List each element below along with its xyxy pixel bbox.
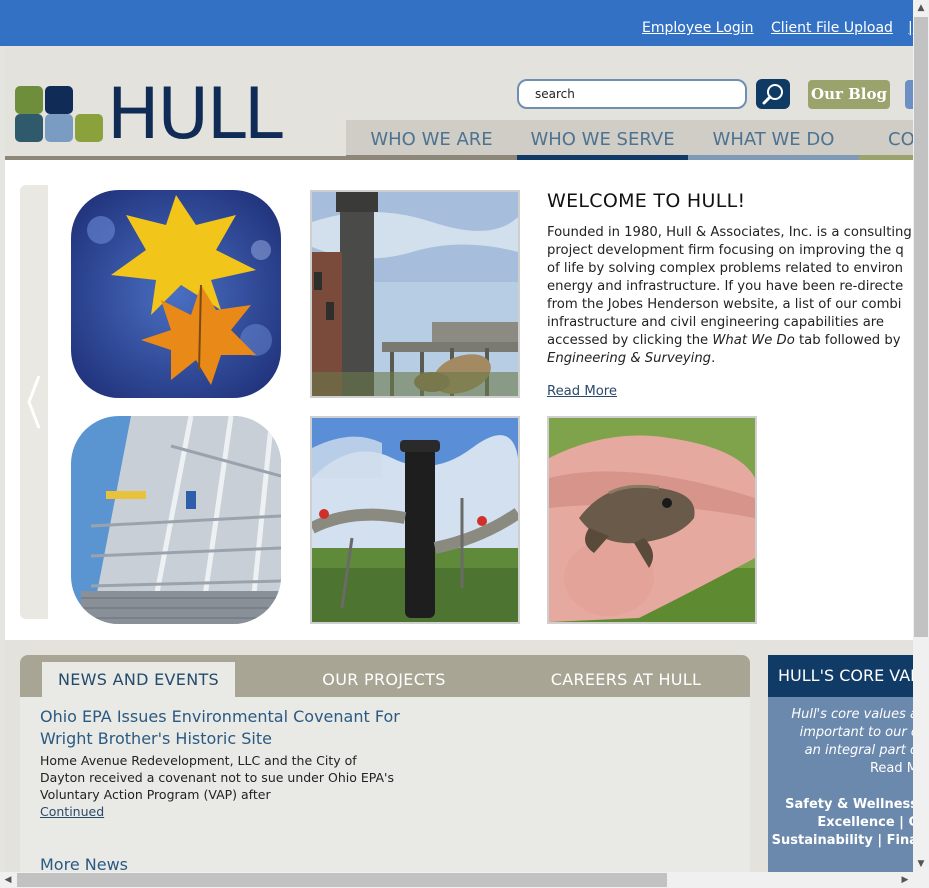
news-tabbar: NEWS AND EVENTS OUR PROJECTS CAREERS AT … — [20, 655, 750, 697]
scroll-up-arrow-icon[interactable]: ▲ — [913, 0, 929, 16]
logo-square-teal — [15, 114, 43, 142]
core-read-more-link[interactable]: Read M — [870, 760, 913, 778]
search-input[interactable]: search — [517, 79, 747, 109]
page-content: HULL search Our Blog WHO WE ARE WHO WE S… — [5, 46, 913, 876]
welcome-line: from the Jobes Henderson website, a list… — [547, 297, 902, 312]
tab-news-and-events[interactable]: NEWS AND EVENTS — [42, 662, 235, 697]
tab-careers-at-hull[interactable]: CAREERS AT HULL — [530, 662, 722, 697]
core-values-panel: HULL'S CORE VALU Hull's core values a im… — [768, 655, 913, 876]
welcome-line: energy and infrastructure. If you have b… — [547, 279, 904, 294]
nav-tab-label: WHO WE SERVE — [530, 129, 675, 150]
logo-square-lime — [75, 114, 103, 142]
photo-autumn-leaves[interactable] — [71, 190, 281, 398]
employee-login-link[interactable]: Employee Login — [642, 20, 754, 36]
welcome-emphasis: What We Do — [712, 333, 795, 348]
hull-logo[interactable]: HULL — [15, 74, 305, 154]
news-continued-link[interactable]: Continued — [40, 804, 104, 819]
horizontal-scroll-thumb[interactable] — [17, 873, 667, 887]
welcome-line: project development firm focusing on imp… — [547, 243, 904, 258]
news-panel: NEWS AND EVENTS OUR PROJECTS CAREERS AT … — [20, 655, 750, 876]
logo-square-navy — [45, 86, 73, 114]
welcome-line: of life by solving complex problems rela… — [547, 261, 904, 276]
welcome-line: accessed by clicking the — [547, 333, 713, 348]
nav-tab-label: CO — [888, 129, 913, 150]
news-headline-line: Wright Brother's Historic Site — [40, 729, 272, 748]
logo-square-green — [15, 86, 43, 114]
welcome-line: tab followed by — [794, 333, 901, 348]
logo-square-steel — [45, 114, 73, 142]
truncated-social-button[interactable] — [905, 80, 913, 109]
vertical-scroll-thumb[interactable] — [914, 17, 928, 637]
read-more-link[interactable]: Read More — [547, 384, 913, 399]
photo-frog-in-hand[interactable] — [547, 416, 757, 624]
news-summary: Home Avenue Redevelopment, LLC and the C… — [40, 752, 420, 803]
main-nav: WHO WE ARE WHO WE SERVE WHAT WE DO CO — [346, 120, 913, 160]
news-headline-line: Ohio EPA Issues Environmental Covenant F… — [40, 707, 400, 726]
nav-tab-label: WHO WE ARE — [370, 129, 493, 150]
photo-well-pipe[interactable] — [310, 416, 520, 624]
nav-tab-contact[interactable]: CO — [859, 120, 913, 160]
welcome-paragraph: Founded in 1980, Hull & Associates, Inc.… — [547, 224, 913, 368]
our-blog-button[interactable]: Our Blog — [808, 80, 890, 109]
search-button[interactable] — [756, 79, 790, 109]
welcome-line: infrastructure and civil engineering cap… — [547, 315, 885, 330]
welcome-emphasis: Engineering & Surveying — [547, 351, 712, 366]
scroll-right-arrow-icon[interactable]: ▶ — [897, 872, 913, 888]
logo-wordmark: HULL — [107, 73, 283, 155]
truncated-topbar-link[interactable]: | — [908, 20, 913, 36]
scroll-down-arrow-icon[interactable]: ▼ — [913, 856, 929, 872]
top-utility-bar: Employee Login Client File Upload | — [0, 0, 913, 46]
news-summary-line: Voluntary Action Program (VAP) after — [40, 787, 271, 802]
nav-tab-label: WHAT WE DO — [712, 129, 835, 150]
hero-section: WELCOME TO HULL! Founded in 1980, Hull &… — [5, 160, 913, 640]
core-intro-line: an integral part o — [804, 743, 913, 758]
news-summary-line: Home Avenue Redevelopment, LLC and the C… — [40, 753, 357, 768]
core-values-heading: HULL'S CORE VALU — [768, 655, 913, 697]
magnifier-icon — [762, 84, 783, 105]
core-intro-line: Hull's core values a — [791, 707, 913, 722]
core-values-line: Excellence | C — [817, 815, 913, 830]
nav-tab-who-we-serve[interactable]: WHO WE SERVE — [517, 120, 688, 160]
welcome-block: WELCOME TO HULL! Founded in 1980, Hull &… — [547, 190, 913, 399]
core-values-line: Sustainability | Fina — [771, 833, 913, 848]
chevron-left-icon — [27, 375, 41, 429]
client-file-upload-link[interactable]: Client File Upload — [771, 20, 893, 36]
welcome-line: . — [711, 351, 716, 366]
nav-tab-what-we-do[interactable]: WHAT WE DO — [688, 120, 859, 160]
photo-industrial-site[interactable] — [310, 190, 520, 398]
core-intro-line: important to our c — [799, 725, 913, 740]
news-summary-line: Dayton received a covenant not to sue un… — [40, 770, 394, 785]
nav-tab-who-we-are[interactable]: WHO WE ARE — [346, 120, 517, 160]
carousel-prev-button[interactable] — [20, 185, 48, 619]
core-values-line: Safety & Wellness — [785, 797, 913, 812]
welcome-line: Founded in 1980, Hull & Associates, Inc.… — [547, 225, 912, 240]
welcome-heading: WELCOME TO HULL! — [547, 190, 746, 212]
news-headline[interactable]: Ohio EPA Issues Environmental Covenant F… — [40, 706, 420, 750]
scroll-left-arrow-icon[interactable]: ◀ — [0, 872, 16, 888]
photo-steel-structure[interactable] — [71, 416, 281, 624]
tab-our-projects[interactable]: OUR PROJECTS — [290, 662, 478, 697]
